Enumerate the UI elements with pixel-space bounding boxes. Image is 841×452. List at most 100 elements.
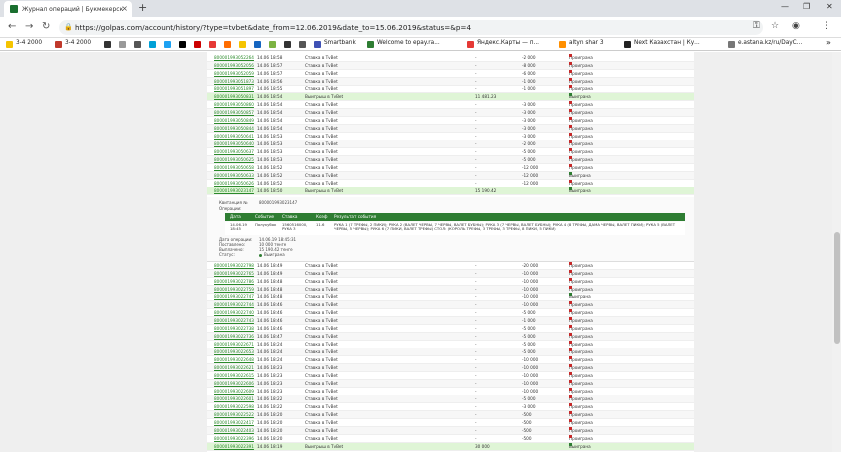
maximize-button[interactable]: ❐ [803, 2, 810, 11]
operation-id-link[interactable]: 800001993022396 [214, 435, 254, 443]
bookmark-0-label[interactable]: 3-4 2000 [16, 40, 42, 46]
operation-id-link[interactable]: 800001993022598 [214, 403, 254, 411]
operation-id-link[interactable]: 800001993022601 [214, 395, 254, 403]
operation-id-link[interactable]: 800001993051897 [214, 85, 254, 93]
bookmark-6-icon[interactable] [164, 41, 171, 48]
stake-amount: -10 000 [522, 294, 539, 300]
bookmark-17-label[interactable]: Welcome to epay.ra... [377, 40, 440, 46]
op-coef: 11.6 [316, 222, 325, 227]
bookmark-star-icon[interactable]: ☆ [771, 21, 779, 31]
status-dot-icon [569, 426, 572, 430]
bookmark-13-icon[interactable] [269, 41, 276, 48]
bookmark-20-icon[interactable] [624, 41, 631, 48]
minimize-button[interactable]: — [781, 2, 789, 11]
scrollbar-thumb[interactable] [834, 232, 840, 344]
operation-id-link[interactable]: 800001993022744 [214, 301, 254, 309]
bookmark-21-icon[interactable] [728, 41, 735, 48]
operation-id-link[interactable]: 800001993022621 [214, 364, 254, 372]
operation-id-link[interactable]: 800001993050857 [214, 109, 254, 117]
operation-id-link[interactable]: 800001993022653 [214, 348, 254, 356]
operation-id-link[interactable]: 800001993023147 [214, 187, 254, 195]
bookmark-3-icon[interactable] [119, 41, 126, 48]
win-dash: - [475, 78, 477, 84]
bookmark-9-icon[interactable] [209, 41, 216, 48]
bookmark-1-label[interactable]: 3-4 2000 [65, 40, 91, 46]
operation-id-link[interactable]: 800001993052056 [214, 62, 254, 70]
operation-id-link[interactable]: 800001993022403 [214, 427, 254, 435]
bookmark-18-icon[interactable] [467, 41, 474, 48]
operation-id-link[interactable]: 800001993052059 [214, 70, 254, 78]
status-dot-icon [569, 285, 572, 289]
bookmark-7-icon[interactable] [179, 41, 186, 48]
bookmark-15-icon[interactable] [299, 41, 306, 48]
header-stake: Ставка [282, 214, 298, 219]
bookmark-5-icon[interactable] [149, 41, 156, 48]
operation-id-link[interactable]: 800001993050860 [214, 101, 254, 109]
reload-button[interactable]: ↻ [42, 21, 50, 32]
operation-id-link[interactable]: 800001993022736 [214, 333, 254, 341]
operation-id-link[interactable]: 800001993051873 [214, 78, 254, 86]
status-dot-icon [569, 262, 572, 265]
forward-button[interactable]: → [25, 21, 33, 32]
operation-id-link[interactable]: 800001993052264 [214, 54, 254, 62]
new-tab-button[interactable]: + [138, 1, 147, 14]
bookmark-11-icon[interactable] [239, 41, 246, 48]
operation-id-link[interactable]: 800001993022759 [214, 286, 254, 294]
operation-id-link[interactable]: 800001993050626 [214, 180, 254, 188]
bookmark-10-icon[interactable] [224, 41, 231, 48]
bookmark-18-label[interactable]: Яндекс.Карты — п... [477, 40, 539, 46]
operation-id-link[interactable]: 800001993050625 [214, 156, 254, 164]
operation-id-link[interactable]: 800001993022798 [214, 262, 254, 270]
bookmark-21-label[interactable]: e.astana.kz/ru/DayC... [738, 40, 802, 46]
stake-amount: -10 000 [522, 365, 539, 371]
operation-id-link[interactable]: 800001993050658 [214, 164, 254, 172]
operation-id-link[interactable]: 800001993022615 [214, 372, 254, 380]
tab-history[interactable]: Журнал операций | Букмекерск × [4, 1, 132, 17]
status-dot-icon [569, 332, 572, 336]
bookmark-14-icon[interactable] [284, 41, 291, 48]
bookmarks-more-icon[interactable]: » [826, 38, 831, 47]
operation-id-link[interactable]: 800001993050637 [214, 148, 254, 156]
operation-id-link[interactable]: 800001993050831 [214, 93, 254, 101]
operation-id-link[interactable]: 800001993022738 [214, 325, 254, 333]
operation-id-link[interactable]: 800001993050640 [214, 140, 254, 148]
operation-id-link[interactable]: 800001993022740 [214, 309, 254, 317]
bookmark-0-icon[interactable] [6, 41, 13, 48]
bookmark-12-icon[interactable] [254, 41, 261, 48]
bookmark-16-label[interactable]: Smartbank [324, 40, 356, 46]
operation-id-link[interactable]: 800001993022417 [214, 419, 254, 427]
menu-icon[interactable]: ⋮ [822, 21, 831, 31]
bookmark-17-icon[interactable] [367, 41, 374, 48]
win-dash: - [475, 180, 477, 186]
tab-close-icon[interactable]: × [121, 4, 128, 13]
operation-id-link[interactable]: 800001993022606 [214, 380, 254, 388]
operation-id-link[interactable]: 800001993022743 [214, 317, 254, 325]
address-bar[interactable]: 🔒 https://golpas.com/account/history/?ty… [59, 20, 763, 35]
operation-id-link[interactable]: 800001993022671 [214, 341, 254, 349]
bookmark-8-icon[interactable] [194, 41, 201, 48]
operation-id-link[interactable]: 800001993022786 [214, 278, 254, 286]
status-text: Проиграна [569, 263, 593, 268]
operation-id-link[interactable]: 800001993050633 [214, 172, 254, 180]
bookmark-19-label[interactable]: altyn shar 3 [569, 40, 604, 46]
operation-id-link[interactable]: 800001993022648 [214, 356, 254, 364]
operation-id-link[interactable]: 800001993050641 [214, 133, 254, 141]
operation-id-link[interactable]: 800001993022391 [214, 443, 254, 451]
profile-icon[interactable]: ◉ [792, 21, 800, 31]
key-icon[interactable]: ⚿ [753, 21, 760, 31]
bookmark-2-icon[interactable] [104, 41, 111, 48]
bookmark-19-icon[interactable] [559, 41, 566, 48]
operation-id-link[interactable]: 800001993050844 [214, 125, 254, 133]
bookmark-16-icon[interactable] [314, 41, 321, 48]
stake-amount: -2 000 [522, 141, 536, 147]
operation-id-link[interactable]: 800001993022747 [214, 293, 254, 301]
bookmark-4-icon[interactable] [134, 41, 141, 48]
operation-id-link[interactable]: 800001993050849 [214, 117, 254, 125]
close-window-button[interactable]: ✕ [826, 2, 833, 11]
bookmark-20-label[interactable]: Next Казахстан | Ку... [634, 40, 700, 46]
operation-id-link[interactable]: 800001993022609 [214, 388, 254, 396]
operation-id-link[interactable]: 800001993022765 [214, 270, 254, 278]
operation-id-link[interactable]: 800001993022522 [214, 411, 254, 419]
back-button[interactable]: ← [8, 21, 16, 32]
bookmark-1-icon[interactable] [55, 41, 62, 48]
